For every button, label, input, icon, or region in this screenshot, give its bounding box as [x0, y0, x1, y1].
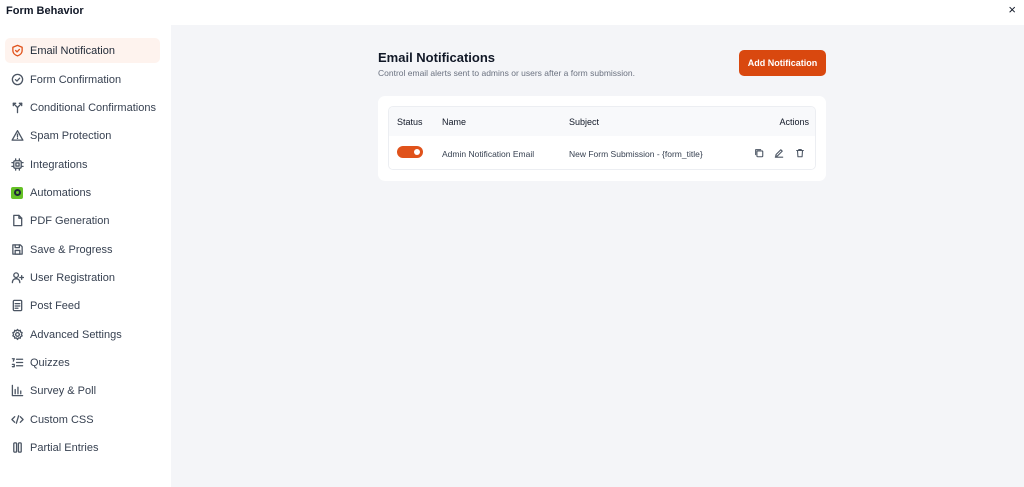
notifications-table: Status Name Subject Actions Admin Notifi…: [388, 106, 816, 170]
edit-icon[interactable]: [773, 147, 785, 159]
bar-chart-icon: [10, 384, 24, 398]
sidebar-item-integrations[interactable]: Integrations: [5, 152, 160, 177]
document-icon: [10, 299, 24, 313]
table-row: Admin Notification Email New Form Submis…: [389, 136, 815, 169]
close-icon[interactable]: ×: [1008, 3, 1016, 17]
status-toggle[interactable]: [397, 146, 423, 158]
warning-icon: [10, 129, 24, 143]
list-icon: [10, 356, 24, 370]
sidebar-item-partial-entries[interactable]: Partial Entries: [5, 435, 160, 460]
sidebar-item-label: Conditional Confirmations: [30, 101, 156, 114]
sidebar-item-label: Partial Entries: [30, 441, 99, 454]
sidebar-item-label: Integrations: [30, 158, 88, 171]
sidebar-item-email-notification[interactable]: Email Notification: [5, 38, 160, 63]
columns-icon: [10, 441, 24, 455]
sidebar-item-label: Survey & Poll: [30, 384, 97, 397]
sidebar-item-label: Save & Progress: [30, 243, 113, 256]
sidebar-item-advanced-settings[interactable]: Advanced Settings: [5, 322, 160, 347]
column-header-status: Status: [397, 117, 423, 127]
sidebar-item-conditional-confirmations[interactable]: Conditional Confirmations: [5, 95, 160, 120]
add-notification-button[interactable]: Add Notification: [739, 50, 826, 76]
check-circle-icon: [10, 73, 24, 87]
file-icon: [10, 214, 24, 228]
trash-icon[interactable]: [794, 147, 806, 159]
sidebar-item-label: Custom CSS: [30, 413, 94, 426]
gear-icon: [10, 328, 24, 342]
sidebar-item-label: Email Notification: [30, 44, 115, 57]
title-bar: Form Behavior ×: [0, 0, 1024, 25]
sidebar-item-save-progress[interactable]: Save & Progress: [5, 237, 160, 262]
sidebar-item-survey-poll[interactable]: Survey & Poll: [5, 378, 160, 403]
notifications-card: Status Name Subject Actions Admin Notifi…: [378, 96, 826, 181]
sidebar-item-post-feed[interactable]: Post Feed: [5, 293, 160, 318]
sidebar-item-user-registration[interactable]: User Registration: [5, 265, 160, 290]
automation-icon: [10, 186, 24, 200]
user-plus-icon: [10, 271, 24, 285]
sidebar-item-quizzes[interactable]: Quizzes: [5, 350, 160, 375]
toggle-knob: [414, 149, 420, 155]
shield-icon: [10, 44, 24, 58]
sidebar-item-pdf-generation[interactable]: PDF Generation: [5, 208, 160, 233]
sidebar-item-spam-protection[interactable]: Spam Protection: [5, 123, 160, 148]
column-header-actions: Actions: [779, 117, 809, 127]
sidebar-item-form-confirmation[interactable]: Form Confirmation: [5, 67, 160, 92]
split-icon: [10, 101, 24, 115]
code-icon: [10, 413, 24, 427]
main-content: Email Notifications Control email alerts…: [171, 25, 1024, 487]
window-title: Form Behavior: [6, 5, 84, 17]
sidebar-item-label: Form Confirmation: [30, 73, 122, 86]
save-icon: [10, 243, 24, 257]
sidebar-item-label: Quizzes: [30, 356, 70, 369]
sidebar: Email Notification Form Confirmation Con…: [0, 25, 171, 487]
column-header-subject: Subject: [569, 117, 600, 127]
sidebar-item-label: Spam Protection: [30, 129, 112, 142]
notification-name: Admin Notification Email: [442, 149, 535, 159]
sidebar-item-automations[interactable]: Automations: [5, 180, 160, 205]
sidebar-item-label: Advanced Settings: [30, 328, 122, 341]
chip-icon: [10, 158, 24, 172]
column-header-name: Name: [442, 117, 467, 127]
page-subtitle: Control email alerts sent to admins or u…: [378, 68, 635, 78]
copy-icon[interactable]: [753, 147, 765, 159]
notification-subject: New Form Submission - {form_title}: [569, 149, 703, 159]
sidebar-item-label: User Registration: [30, 271, 115, 284]
table-header: Status Name Subject Actions: [389, 107, 815, 136]
sidebar-item-label: PDF Generation: [30, 214, 110, 227]
sidebar-item-custom-css[interactable]: Custom CSS: [5, 407, 160, 432]
page-title: Email Notifications: [378, 50, 496, 65]
sidebar-item-label: Automations: [30, 186, 92, 199]
sidebar-item-label: Post Feed: [30, 299, 81, 312]
